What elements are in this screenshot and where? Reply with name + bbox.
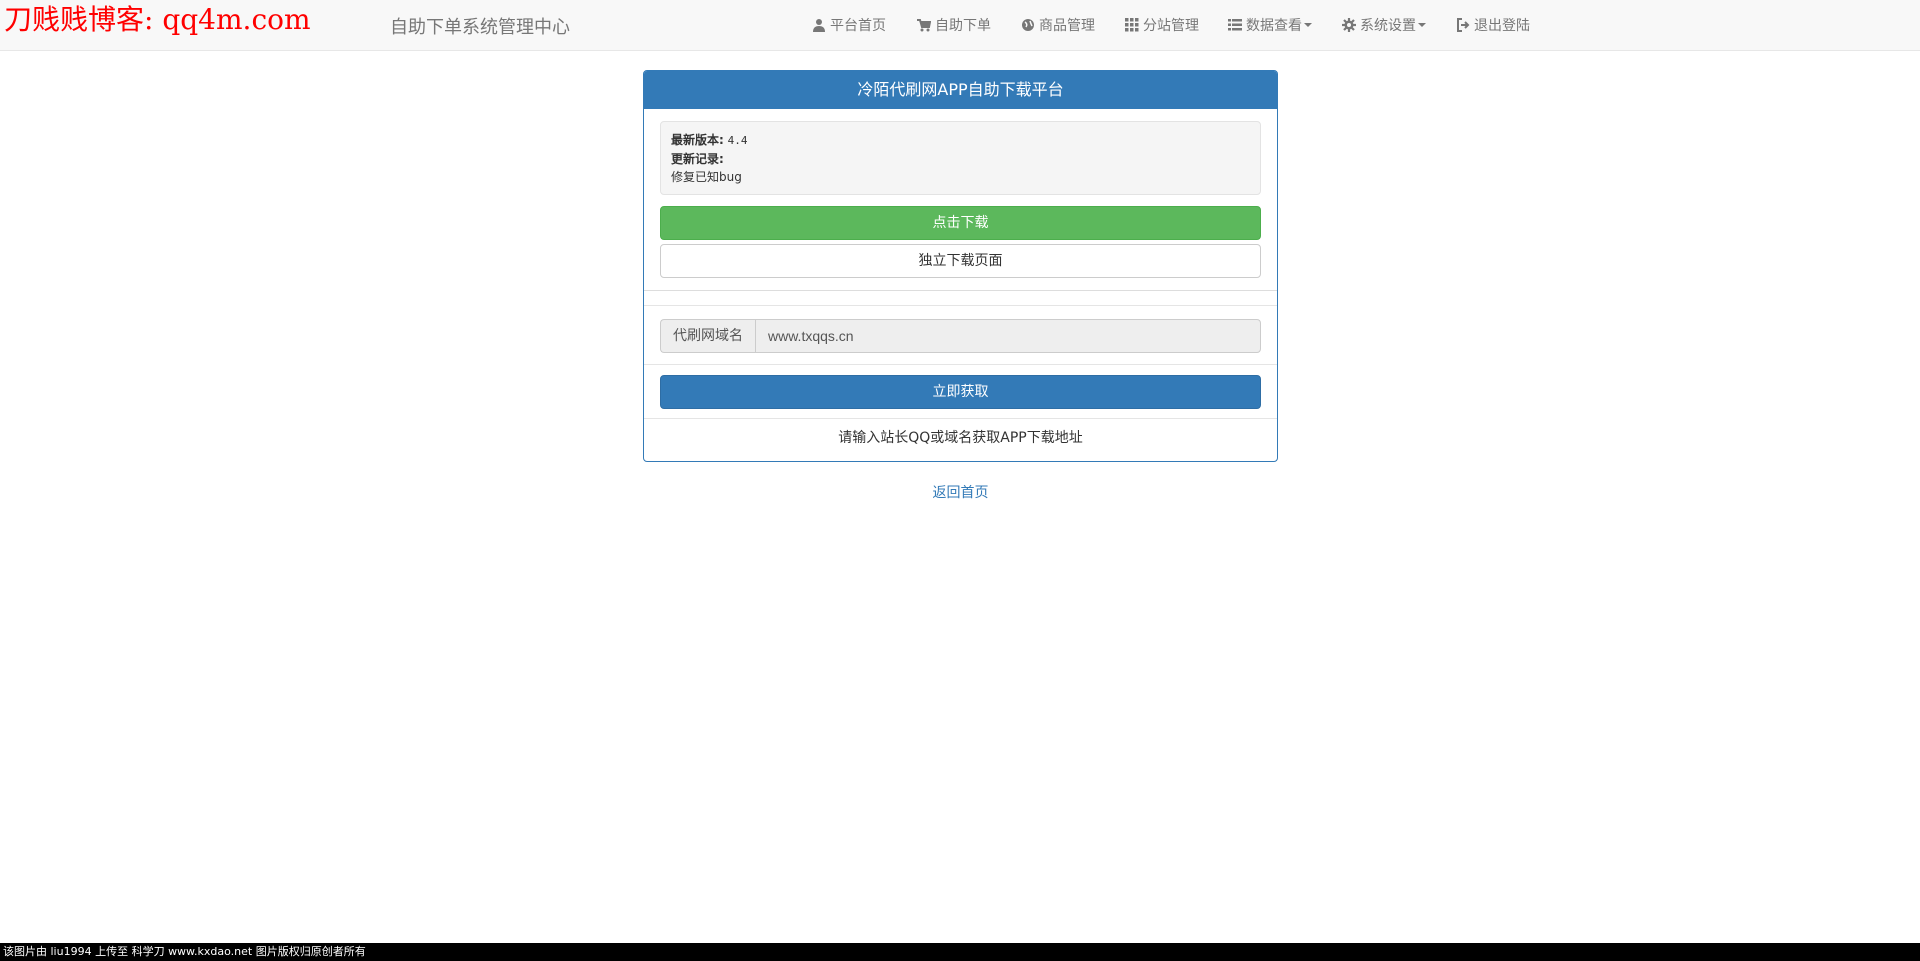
changelog-text: 修复已知bug — [671, 170, 742, 184]
nav-label-data: 数据查看 — [1246, 18, 1302, 34]
watermark-title: 刀贱贱博客: qq4m.com — [4, 3, 311, 36]
nav-label-substation: 分站管理 — [1143, 18, 1199, 34]
nav-label-home: 平台首页 — [830, 18, 886, 34]
download-panel: 冷陌代刷网APP自助下载平台 最新版本: 4.4 更新记录: 修复已知bug 点… — [643, 70, 1278, 462]
domain-addon-label: 代刷网域名 — [660, 319, 755, 353]
divider — [644, 305, 1277, 306]
download-button[interactable]: 点击下载 — [660, 206, 1261, 240]
nav-item-order[interactable]: 自助下单 — [917, 0, 991, 50]
nav-item-home[interactable]: 平台首页 — [812, 0, 886, 50]
globe-icon — [1022, 19, 1034, 31]
divider — [644, 364, 1277, 365]
domain-input[interactable] — [755, 319, 1261, 353]
nav-label-order: 自助下单 — [935, 18, 991, 34]
nav-item-settings[interactable]: 系统设置 — [1342, 0, 1426, 50]
nav-label-logout: 退出登陆 — [1474, 18, 1530, 34]
cart-icon — [917, 19, 931, 32]
latest-version-value: 4.4 — [727, 134, 748, 147]
caret-down-icon — [1418, 23, 1426, 27]
nav-label-goods: 商品管理 — [1039, 18, 1095, 34]
list-icon — [1228, 19, 1242, 31]
divider — [644, 290, 1277, 291]
caret-down-icon — [1304, 23, 1312, 27]
panel-title: 冷陌代刷网APP自助下载平台 — [644, 71, 1277, 109]
nav-item-data[interactable]: 数据查看 — [1228, 0, 1312, 50]
nav-item-substation[interactable]: 分站管理 — [1125, 0, 1199, 50]
back-home-link[interactable]: 返回首页 — [643, 482, 1278, 502]
changelog-label: 更新记录: — [671, 152, 724, 166]
hint-text: 请输入站长QQ或域名获取APP下载地址 — [838, 430, 1083, 446]
divider — [644, 418, 1277, 419]
nav-item-goods[interactable]: 商品管理 — [1021, 0, 1095, 50]
latest-version-label: 最新版本: — [671, 133, 724, 147]
get-now-button[interactable]: 立即获取 — [660, 375, 1261, 409]
logout-icon — [1457, 18, 1470, 32]
top-navbar: 刀贱贱博客: qq4m.com 自助下单系统管理中心 平台首页 自助下单 商品管… — [0, 0, 1920, 51]
standalone-download-page-button[interactable]: 独立下载页面 — [660, 244, 1261, 278]
gear-icon — [1342, 18, 1356, 32]
image-credit-strip: 该图片由 liu1994 上传至 科学刀 www.kxdao.net 图片版权归… — [0, 943, 1920, 961]
brand-title[interactable]: 自助下单系统管理中心 — [390, 13, 570, 39]
user-icon — [813, 19, 825, 32]
grid-icon — [1125, 18, 1139, 32]
nav-item-logout[interactable]: 退出登陆 — [1456, 0, 1530, 50]
nav-label-settings: 系统设置 — [1360, 18, 1416, 34]
domain-input-group: 代刷网域名 — [660, 319, 1261, 353]
version-info-box: 最新版本: 4.4 更新记录: 修复已知bug — [660, 121, 1261, 195]
version-line: 最新版本: 4.4 — [671, 131, 1250, 150]
